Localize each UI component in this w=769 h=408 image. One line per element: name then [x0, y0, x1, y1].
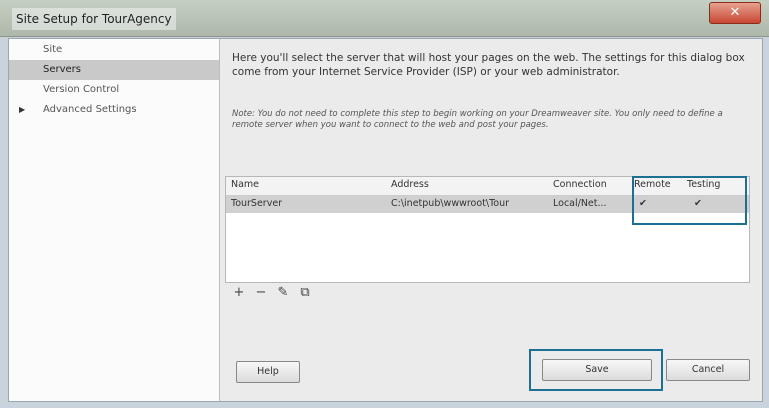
cancel-button[interactable]: Cancel — [666, 359, 750, 381]
site-setup-dialog: Site Setup for TourAgency ✕ Site Servers… — [0, 0, 769, 408]
column-header-address[interactable]: Address — [391, 179, 429, 190]
sidebar-item-label: Version Control — [43, 84, 120, 95]
edit-server-icon[interactable]: ✎ — [274, 285, 292, 300]
sidebar-item-label: Site — [43, 44, 63, 55]
save-button[interactable]: Save — [542, 359, 652, 381]
sidebar-item-advanced-settings[interactable]: ▶ Advanced Settings — [9, 100, 219, 120]
server-address-cell: C:\inetpub\wwwroot\Tour — [391, 198, 510, 209]
help-button[interactable]: Help — [236, 361, 300, 383]
column-header-name[interactable]: Name — [231, 179, 259, 190]
sidebar-item-label: Advanced Settings — [43, 104, 137, 115]
column-header-connection[interactable]: Connection — [553, 179, 607, 190]
title-bar[interactable]: Site Setup for TourAgency ✕ — [0, 0, 769, 37]
note-text: Note: You do not need to complete this s… — [232, 109, 723, 130]
sidebar: Site Servers Version Control ▶ Advanced … — [9, 39, 220, 401]
remote-testing-highlight — [632, 176, 747, 225]
server-connection-cell: Local/Net... — [553, 198, 607, 209]
expand-arrow-icon[interactable]: ▶ — [19, 100, 25, 120]
dialog-content: Site Servers Version Control ▶ Advanced … — [8, 38, 763, 402]
sidebar-item-label: Servers — [43, 64, 82, 75]
sidebar-item-servers[interactable]: Servers — [9, 60, 219, 80]
close-icon: ✕ — [729, 5, 741, 20]
intro-text: Here you'll select the server that will … — [232, 52, 745, 78]
duplicate-server-icon[interactable]: ⧉ — [296, 285, 314, 300]
close-button[interactable]: ✕ — [709, 2, 761, 24]
window-title: Site Setup for TourAgency — [12, 8, 176, 30]
server-name-cell: TourServer — [231, 198, 283, 209]
servers-panel: Here you'll select the server that will … — [220, 39, 762, 401]
remove-server-icon[interactable]: − — [252, 285, 270, 300]
sidebar-item-version-control[interactable]: Version Control — [9, 80, 219, 100]
add-server-icon[interactable]: + — [230, 285, 248, 300]
sidebar-item-site[interactable]: Site — [9, 40, 219, 60]
